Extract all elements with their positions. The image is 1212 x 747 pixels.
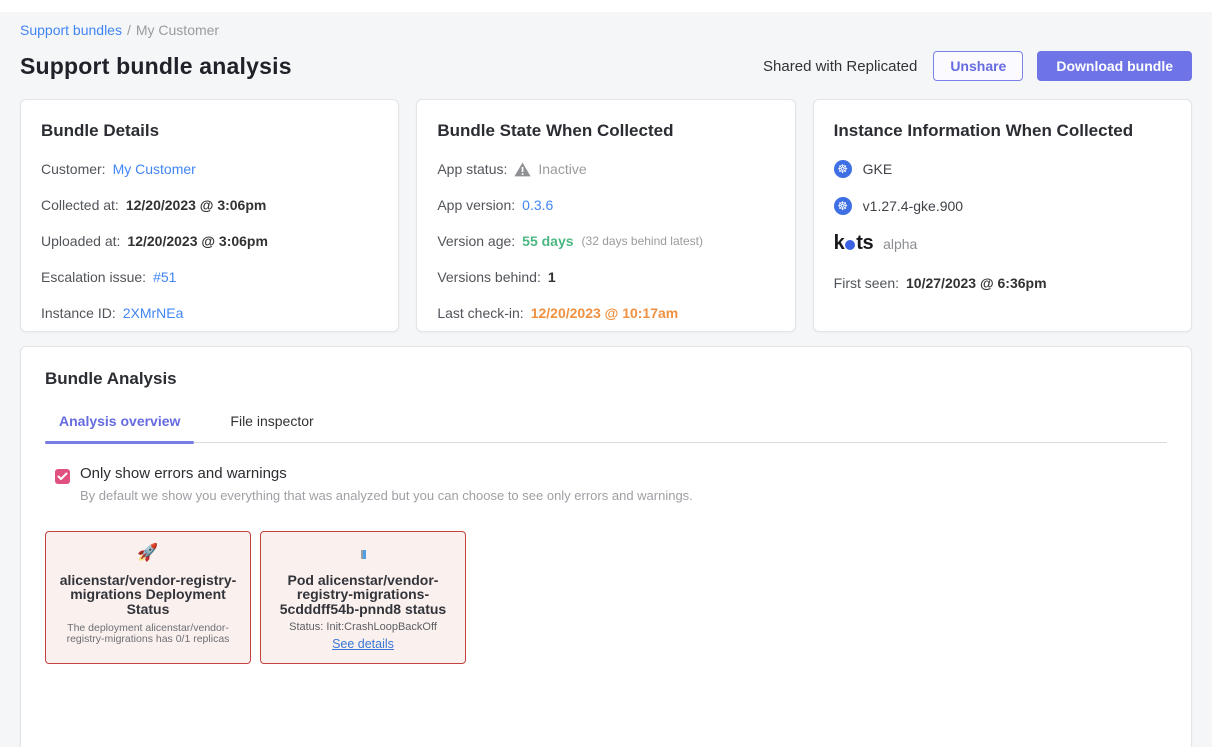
k8s-version-value: v1.27.4-gke.900 [863,198,963,214]
bundle-analysis-title: Bundle Analysis [45,369,1167,389]
versions-behind-value: 1 [548,269,556,285]
app-status-row: App status: Inactive [437,161,774,177]
tab-analysis-overview[interactable]: Analysis overview [45,413,194,442]
analysis-tabs: Analysis overview File inspector [45,413,1167,443]
instance-info-card: Instance Information When Collected ☸ GK… [813,99,1192,332]
bundle-analysis-card: Bundle Analysis Analysis overview File i… [20,346,1192,747]
analyzer-card-title: alicenstar/vendor-registry-migrations De… [54,573,242,616]
k8s-version-row: ☸ v1.27.4-gke.900 [834,197,1171,215]
escalation-issue-link[interactable]: #51 [153,269,176,285]
filter-label: Only show errors and warnings [80,465,693,482]
analyzer-card-status: Status: Init:CrashLoopBackOff [269,621,457,633]
app-version-label: App version: [437,197,515,213]
version-age-note: (32 days behind latest) [582,233,703,249]
last-checkin-value: 12/20/2023 @ 10:17am [531,305,679,321]
broken-image-icon [269,544,457,564]
kubernetes-icon: ☸ [834,197,852,215]
breadcrumb: Support bundles / My Customer [16,22,1196,38]
first-seen-value: 10/27/2023 @ 6:36pm [906,275,1047,291]
analyzer-card-message: The deployment alicenstar/vendor-registr… [54,623,242,646]
last-checkin-label: Last check-in: [437,305,523,321]
bundle-state-title: Bundle State When Collected [437,121,774,141]
instance-id-row: Instance ID: 2XMrNEa [41,305,378,321]
bundle-state-card: Bundle State When Collected App status: … [416,99,795,332]
instance-id-link[interactable]: 2XMrNEa [123,305,184,321]
version-age-label: Version age: [437,233,515,249]
app-version-link[interactable]: 0.3.6 [522,197,553,213]
kots-logo-ts: ts [856,232,873,255]
kots-logo-dot-icon [845,240,855,250]
app-status-value: Inactive [538,161,586,177]
escalation-issue-label: Escalation issue: [41,269,146,285]
see-details-link[interactable]: See details [332,637,394,651]
kots-row: kts alpha [834,232,1171,255]
breadcrumb-separator: / [127,22,131,38]
summary-cards-row: Bundle Details Customer: My Customer Col… [16,99,1196,332]
distribution-value: GKE [863,161,893,177]
breadcrumb-support-bundles-link[interactable]: Support bundles [20,22,122,38]
top-strip [0,0,1212,12]
bundle-details-title: Bundle Details [41,121,378,141]
collected-at-label: Collected at: [41,197,119,213]
instance-info-title: Instance Information When Collected [834,121,1171,141]
kots-channel: alpha [883,236,917,252]
bundle-details-card: Bundle Details Customer: My Customer Col… [20,99,399,332]
warning-triangle-icon [514,162,531,177]
last-checkin-row: Last check-in: 12/20/2023 @ 10:17am [437,305,774,321]
breadcrumb-current: My Customer [136,22,219,38]
version-age-row: Version age: 55 days (32 days behind lat… [437,233,774,249]
kots-logo: kts [834,232,873,255]
analyzer-card-title: Pod alicenstar/vendor-registry-migration… [269,573,457,616]
page-title: Support bundle analysis [20,53,292,80]
version-age-value: 55 days [522,233,573,249]
uploaded-at-value: 12/20/2023 @ 3:06pm [127,233,268,249]
only-errors-checkbox[interactable] [55,469,70,484]
collected-at-row: Collected at: 12/20/2023 @ 3:06pm [41,197,378,213]
app-version-row: App version: 0.3.6 [437,197,774,213]
analyzer-card-pod-status: Pod alicenstar/vendor-registry-migration… [260,531,466,664]
customer-row: Customer: My Customer [41,161,378,177]
versions-behind-row: Versions behind: 1 [437,269,774,285]
first-seen-label: First seen: [834,275,899,291]
support-bundle-analysis-page: Support bundles / My Customer Support bund… [0,0,1212,747]
errors-warnings-filter: Only show errors and warnings By default… [45,465,1167,503]
instance-id-label: Instance ID: [41,305,116,321]
shared-status-text: Shared with Replicated [763,58,917,75]
gke-distribution-icon: ☸ [834,160,852,178]
rocket-icon: 🚀 [54,544,242,564]
first-seen-row: First seen: 10/27/2023 @ 6:36pm [834,275,1171,291]
uploaded-at-row: Uploaded at: 12/20/2023 @ 3:06pm [41,233,378,249]
versions-behind-label: Versions behind: [437,269,541,285]
collected-at-value: 12/20/2023 @ 3:06pm [126,197,267,213]
filter-description: By default we show you everything that w… [80,488,693,503]
distribution-row: ☸ GKE [834,160,1171,178]
customer-link[interactable]: My Customer [113,161,196,177]
kots-logo-k: k [834,232,845,255]
analyzer-results: 🚀 alicenstar/vendor-registry-migrations … [45,531,1167,664]
uploaded-at-label: Uploaded at: [41,233,120,249]
unshare-button[interactable]: Unshare [933,51,1023,81]
app-status-label: App status: [437,161,507,177]
analyzer-card-deployment-status: 🚀 alicenstar/vendor-registry-migrations … [45,531,251,664]
customer-label: Customer: [41,161,106,177]
download-bundle-button[interactable]: Download bundle [1037,51,1192,81]
tab-file-inspector[interactable]: File inspector [216,413,327,442]
escalation-issue-row: Escalation issue: #51 [41,269,378,285]
page-header: Support bundle analysis Shared with Repl… [16,51,1196,81]
